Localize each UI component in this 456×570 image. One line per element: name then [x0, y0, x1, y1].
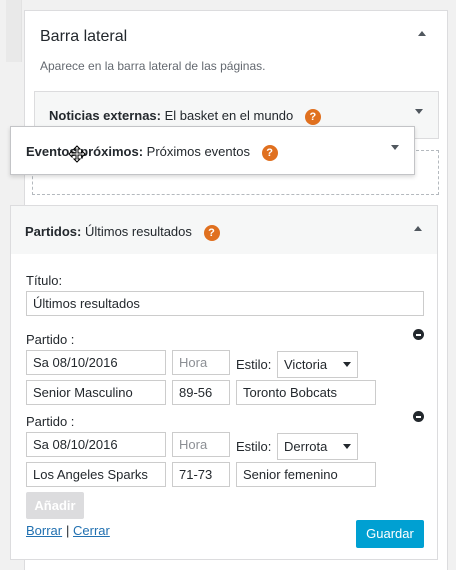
team-input[interactable]: Los Angeles Sparks: [26, 462, 166, 487]
sidebar-panel-header[interactable]: Barra lateral Aparece en la barra latera…: [25, 11, 447, 91]
sidebar-description: Aparece en la barra lateral de las págin…: [40, 59, 266, 73]
left-edge: [6, 0, 22, 62]
widget-news-type: Noticias externas:: [49, 108, 161, 123]
widget-upcoming-name: Próximos eventos: [146, 144, 250, 159]
remove-match-icon[interactable]: [413, 329, 424, 340]
style-label: Estilo:: [236, 439, 272, 454]
opponent-input[interactable]: Toronto Bobcats: [236, 380, 376, 405]
widget-matches[interactable]: Partidos: Últimos resultados ?: [10, 205, 438, 255]
match-time-input[interactable]: Hora: [172, 350, 230, 375]
title-input[interactable]: Últimos resultados: [26, 291, 424, 316]
widget-matches-name: Últimos resultados: [84, 224, 192, 239]
widget-matches-type: Partidos:: [25, 224, 82, 239]
style-label: Estilo:: [236, 357, 272, 372]
widget-news-title: Noticias externas: El basket en el mundo…: [49, 108, 321, 125]
match-label: Partido :: [26, 332, 75, 347]
score-input[interactable]: 89-56: [172, 380, 230, 405]
sidebar-title: Barra lateral: [40, 28, 128, 45]
widget-upcoming-title: Eventos próximos: Próximos eventos ?: [26, 144, 278, 161]
question-mark-icon[interactable]: ?: [304, 108, 321, 125]
chevron-down-icon: [343, 362, 351, 367]
delete-link[interactable]: Borrar: [26, 523, 62, 538]
style-select-value: Derrota: [284, 439, 328, 454]
style-select-value: Victoria: [284, 357, 328, 372]
collapse-arrow-icon[interactable]: [414, 226, 422, 231]
chevron-down-icon: [343, 444, 351, 449]
move-cursor-icon: [68, 145, 86, 163]
remove-match-icon[interactable]: [413, 411, 424, 422]
title-label: Título:: [26, 273, 63, 288]
match-date-input[interactable]: Sa 08/10/2016: [26, 432, 166, 457]
link-separator: |: [66, 523, 70, 538]
add-match-button[interactable]: Añadir: [26, 492, 84, 519]
team-input[interactable]: Senior Masculino: [26, 380, 166, 405]
widget-matches-title: Partidos: Últimos resultados ?: [25, 224, 220, 241]
collapse-arrow-icon[interactable]: [418, 31, 426, 36]
question-mark-icon[interactable]: ?: [203, 224, 220, 241]
match-date-input[interactable]: Sa 08/10/2016: [26, 350, 166, 375]
style-select[interactable]: Victoria: [277, 351, 358, 378]
save-button[interactable]: Guardar: [356, 520, 424, 548]
match-time-input[interactable]: Hora: [172, 432, 230, 457]
style-select[interactable]: Derrota: [277, 433, 358, 460]
widget-news-name: El basket en el mundo: [164, 108, 294, 123]
chevron-down-icon[interactable]: [415, 109, 423, 114]
score-input[interactable]: 71-73: [172, 462, 230, 487]
close-link[interactable]: Cerrar: [73, 523, 110, 538]
match-label: Partido :: [26, 414, 75, 429]
chevron-down-icon[interactable]: [391, 145, 399, 150]
question-mark-icon[interactable]: ?: [261, 144, 278, 161]
opponent-input[interactable]: Senior femenino: [236, 462, 376, 487]
